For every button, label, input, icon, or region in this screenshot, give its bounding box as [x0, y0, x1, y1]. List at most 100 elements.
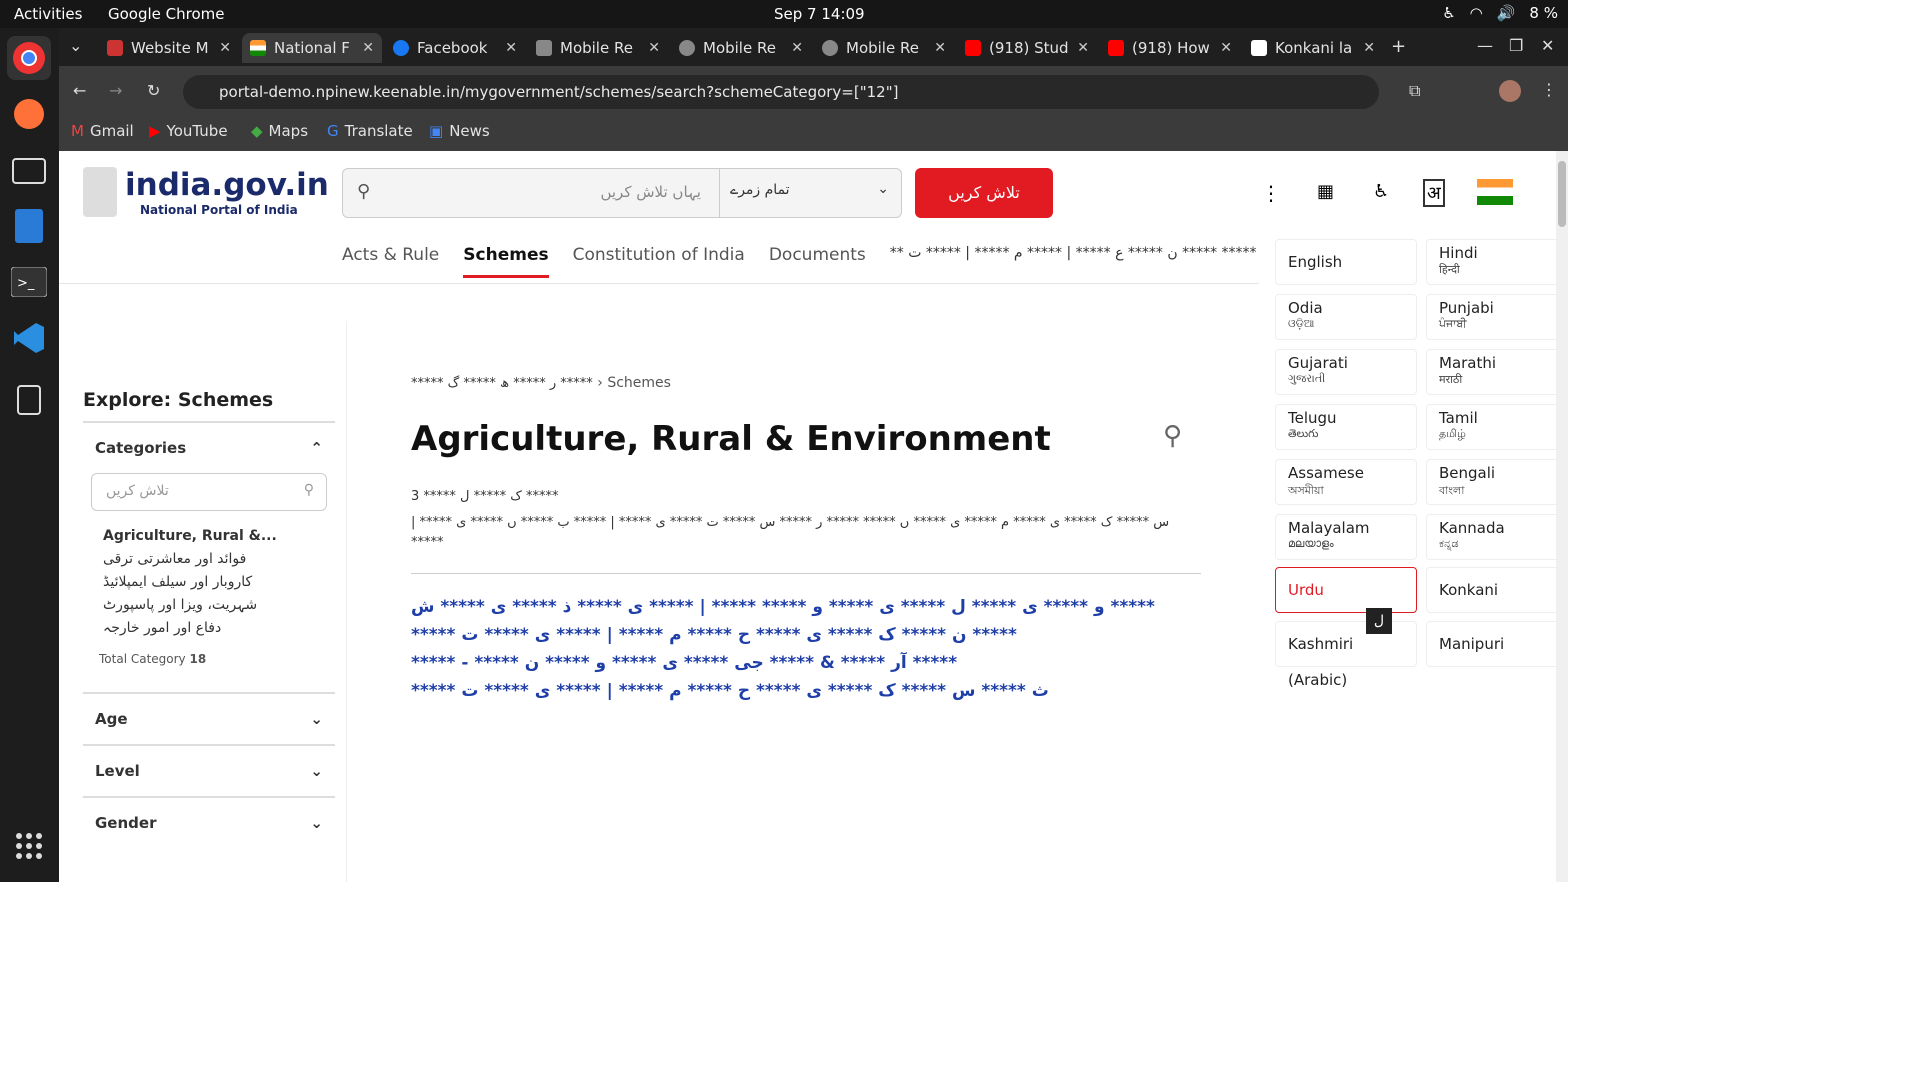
trash-icon[interactable] — [7, 376, 51, 420]
language-icon[interactable]: अ — [1423, 179, 1445, 207]
lang-hindi[interactable]: Hindi हिन्दी — [1426, 239, 1568, 285]
close-icon[interactable]: ✕ — [791, 40, 803, 56]
category-item[interactable]: شہریت، ویزا اور پاسپورٹ — [103, 594, 335, 617]
writer-icon[interactable] — [7, 204, 51, 248]
tab-konkani[interactable]: Konkani la ✕ — [1243, 33, 1383, 63]
lang-gujarati[interactable]: Gujarati ગુજરાતી — [1275, 349, 1417, 395]
scheme-link[interactable]: ***** ن ***** ک ***** ی ***** ح ***** م … — [411, 621, 1201, 649]
close-icon[interactable]: ✕ — [219, 40, 231, 56]
lang-assamese[interactable]: Assamese অসমীয়া — [1275, 459, 1417, 505]
category-item[interactable]: فوائد اور معاشرتی ترقی — [103, 548, 335, 571]
tab-search-icon[interactable]: ⌄ — [69, 36, 82, 55]
files-icon[interactable] — [7, 148, 51, 192]
search-button[interactable]: تلاش کریں — [915, 168, 1053, 218]
app-menu[interactable]: Google Chrome — [108, 5, 225, 23]
maximize-icon[interactable]: ❐ — [1509, 36, 1523, 55]
clock[interactable]: Sep 7 14:09 — [774, 5, 865, 23]
calendar-icon[interactable]: ▦ — [1317, 181, 1334, 202]
nav-constitution[interactable]: Constitution of India — [573, 245, 745, 278]
close-icon[interactable]: ✕ — [648, 40, 660, 56]
tab-mobile-1[interactable]: Mobile Re ✕ — [528, 33, 668, 63]
activities-button[interactable]: Activities — [14, 5, 82, 23]
site-search: ⚲ یہاں تلاش کریں تمام زمرے ⌄ — [342, 168, 902, 218]
lang-marathi[interactable]: Marathi मराठी — [1426, 349, 1568, 395]
tooltip: ل — [1366, 608, 1392, 634]
minimize-icon[interactable]: — — [1477, 36, 1493, 55]
nav-schemes[interactable]: Schemes — [463, 245, 549, 278]
tab-website[interactable]: Website M ✕ — [99, 33, 239, 63]
nav-documents[interactable]: Documents — [769, 245, 866, 278]
filter-age[interactable]: Age ⌄ — [83, 692, 335, 744]
india-flag-favicon — [250, 40, 266, 56]
lang-odia[interactable]: Odia ଓଡ଼ିଆ — [1275, 294, 1417, 340]
lang-konkani[interactable]: Konkani — [1426, 567, 1568, 613]
close-window-icon[interactable]: ✕ — [1541, 36, 1554, 55]
search-icon[interactable]: ⚲ — [1163, 421, 1182, 451]
profile-avatar[interactable] — [1499, 80, 1521, 102]
filter-level[interactable]: Level ⌄ — [83, 744, 335, 796]
bookmark-maps[interactable]: ◆ Maps — [251, 122, 308, 140]
tab-national-portal[interactable]: National F ✕ — [242, 33, 382, 63]
bookmark-translate[interactable]: G Translate — [327, 122, 413, 140]
terminal-icon[interactable]: >_ — [7, 260, 51, 304]
tab-facebook[interactable]: Facebook ✕ — [385, 33, 525, 63]
lang-telugu[interactable]: Telugu తెలుగు — [1275, 404, 1417, 450]
scheme-link[interactable]: ***** ث ***** س ***** ک ***** ی ***** ح … — [411, 677, 1201, 705]
firefox-icon[interactable] — [7, 92, 51, 136]
search-input[interactable]: یہاں تلاش کریں — [600, 183, 701, 201]
system-top-bar: Activities Google Chrome Sep 7 14:09 ♿ ◠… — [0, 0, 1568, 28]
close-icon[interactable]: ✕ — [1363, 40, 1375, 56]
show-apps-icon[interactable] — [7, 824, 51, 868]
lang-malayalam[interactable]: Malayalam മലയാളം — [1275, 514, 1417, 560]
tab-youtube-1[interactable]: (918) Stud ✕ — [957, 33, 1097, 63]
bookmark-youtube[interactable]: ▶ YouTube — [149, 122, 228, 140]
india-flag-icon[interactable] — [1477, 179, 1513, 205]
category-item[interactable]: Agriculture, Rural &... — [103, 525, 335, 548]
lang-manipuri[interactable]: Manipuri — [1426, 621, 1568, 667]
close-icon[interactable]: ✕ — [1220, 40, 1232, 56]
system-tray[interactable]: ♿ ◠ 🔊 8 % — [1442, 4, 1558, 22]
nav-acts[interactable]: Acts & Rule — [342, 245, 439, 278]
close-icon[interactable]: ✕ — [505, 40, 517, 56]
accessibility-icon[interactable]: ♿ — [1373, 181, 1389, 202]
new-tab-icon[interactable]: + — [1391, 36, 1406, 57]
category-item[interactable]: دفاع اور امور خارجہ — [103, 617, 335, 640]
address-bar[interactable]: portal-demo.npinew.keenable.in/mygovernm… — [183, 75, 1379, 109]
bookmark-news[interactable]: ▣ News — [429, 122, 490, 140]
lang-kannada[interactable]: Kannada ಕನ್ನಡ — [1426, 514, 1568, 560]
logo-text: india.gov.in — [125, 167, 329, 203]
reload-icon[interactable]: ↻ — [147, 81, 160, 100]
menu-icon[interactable]: ⋮ — [1541, 80, 1557, 99]
nav-extra[interactable]: ** ن ***** ع ***** | ***** م ***** | ***… — [890, 245, 1257, 278]
lang-tamil[interactable]: Tamil தமிழ் — [1426, 404, 1568, 450]
close-icon[interactable]: ✕ — [362, 40, 374, 56]
lang-english[interactable]: English — [1275, 239, 1417, 285]
back-icon[interactable]: ← — [73, 81, 86, 100]
forward-icon[interactable]: → — [109, 81, 122, 100]
scheme-links: و ***** ی ***** ل ***** ی ***** و ***** … — [411, 593, 1201, 705]
scrollbar[interactable] — [1556, 151, 1568, 882]
lang-punjabi[interactable]: Punjabi ਪੰਜਾਬੀ — [1426, 294, 1568, 340]
tab-youtube-2[interactable]: (918) How ✕ — [1100, 33, 1240, 63]
categories-header[interactable]: Categories ⌃ — [83, 439, 335, 457]
category-item[interactable]: کاروبار اور سیلف ایمپلائیڈ — [103, 571, 335, 594]
vscode-icon[interactable] — [7, 316, 51, 360]
close-icon[interactable]: ✕ — [1077, 40, 1089, 56]
scheme-link[interactable]: ***** - ***** آر ***** & ***** جی ***** … — [411, 649, 1201, 677]
tab-mobile-2[interactable]: Mobile Re ✕ — [671, 33, 811, 63]
category-filter-input[interactable]: تلاش کریں ⚲ — [91, 473, 327, 511]
more-options-icon[interactable]: ⋮ — [1261, 181, 1281, 205]
lang-bengali[interactable]: Bengali বাংলা — [1426, 459, 1568, 505]
filter-gender[interactable]: Gender ⌄ — [83, 796, 335, 848]
bookmark-gmail[interactable]: M Gmail — [71, 122, 134, 140]
scheme-link[interactable]: و ***** ی ***** ل ***** ی ***** و ***** … — [411, 593, 1201, 621]
close-icon[interactable]: ✕ — [934, 40, 946, 56]
chrome-icon[interactable] — [7, 36, 51, 80]
lang-kashmiri[interactable]: Kashmiri (Arabic) — [1275, 621, 1417, 689]
scrollbar-thumb[interactable] — [1558, 161, 1566, 227]
category-select[interactable]: تمام زمرے ⌄ — [719, 169, 903, 217]
extensions-icon[interactable]: ⧉ — [1409, 81, 1420, 101]
lang-urdu[interactable]: Urdu — [1275, 567, 1417, 613]
tab-mobile-3[interactable]: Mobile Re ✕ — [814, 33, 954, 63]
facebook-favicon — [393, 40, 409, 56]
